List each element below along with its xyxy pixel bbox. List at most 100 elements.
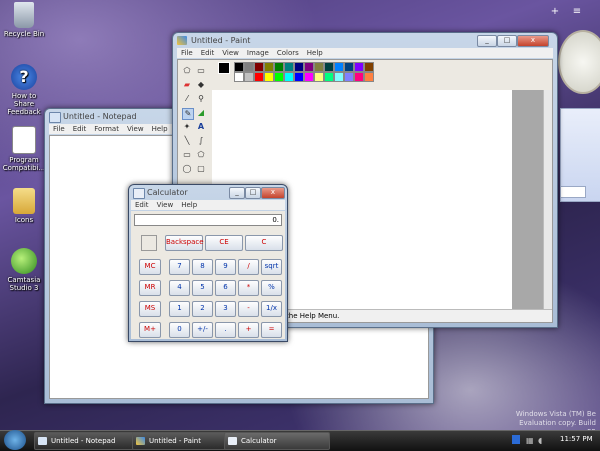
palette-swatch[interactable] xyxy=(274,72,284,82)
network-icon[interactable]: ▦ xyxy=(526,436,534,445)
desktop-icon-compatibility[interactable]: Program Compatibi... xyxy=(2,126,46,172)
rounded-rect-icon[interactable]: ▢ xyxy=(196,164,206,174)
close-button[interactable]: x xyxy=(517,35,549,47)
menu-edit[interactable]: Edit xyxy=(135,201,149,209)
palette-swatch[interactable] xyxy=(284,72,294,82)
menu-help[interactable]: Help xyxy=(307,49,323,57)
calc-key-button[interactable]: 0 xyxy=(169,322,190,338)
maximize-button[interactable]: □ xyxy=(245,187,261,199)
pencil-icon[interactable]: ✎ xyxy=(182,108,194,120)
taskbar-item-paint[interactable]: Untitled - Paint xyxy=(132,432,238,450)
calc-key-button[interactable]: / xyxy=(238,259,259,275)
calc-key-button[interactable]: 9 xyxy=(215,259,236,275)
calculator-window[interactable]: Calculator _ □ x Edit View Help 0. Backspa… xyxy=(128,184,288,342)
magnifier-icon[interactable]: ⚲ xyxy=(196,94,206,104)
taskbar-item-calculator[interactable]: Calculator xyxy=(224,432,330,450)
calc-key-button[interactable]: * xyxy=(238,280,259,296)
gadget-search-field[interactable] xyxy=(560,186,586,198)
palette-swatch[interactable] xyxy=(264,62,274,72)
calc-key-button[interactable]: % xyxy=(261,280,282,296)
desktop-icon-camtasia[interactable]: Camtasia Studio 3 xyxy=(2,248,46,292)
palette-swatch[interactable] xyxy=(244,62,254,72)
palette-swatch[interactable] xyxy=(294,62,304,72)
brush-icon[interactable]: ◢ xyxy=(196,108,206,118)
minimize-button[interactable]: _ xyxy=(477,35,497,47)
calc-key-button[interactable]: 8 xyxy=(192,259,213,275)
ellipse-icon[interactable]: ◯ xyxy=(182,164,192,174)
palette-swatch[interactable] xyxy=(344,72,354,82)
calc-key-button[interactable]: 4 xyxy=(169,280,190,296)
menu-view[interactable]: View xyxy=(157,201,174,209)
calc-key-button[interactable]: 2 xyxy=(192,301,213,317)
menu-file[interactable]: File xyxy=(53,125,65,133)
desktop-icon-recycle-bin[interactable]: Recycle Bin xyxy=(2,2,46,38)
calc-key-button[interactable]: 1 xyxy=(169,301,190,317)
memory-add-button[interactable]: M+ xyxy=(139,322,161,338)
palette-swatch[interactable] xyxy=(314,72,324,82)
airbrush-icon[interactable]: ✦ xyxy=(182,122,192,132)
line-icon[interactable]: ╲ xyxy=(182,136,192,146)
menu-edit[interactable]: Edit xyxy=(73,125,87,133)
palette-swatch[interactable] xyxy=(294,72,304,82)
calc-key-button[interactable]: 1/x xyxy=(261,301,282,317)
palette-swatch[interactable] xyxy=(234,72,244,82)
palette-swatch[interactable] xyxy=(304,62,314,72)
menu-file[interactable]: File xyxy=(181,49,193,57)
calc-key-button[interactable]: 3 xyxy=(215,301,236,317)
palette-swatch[interactable] xyxy=(274,62,284,72)
select-icon[interactable]: ▭ xyxy=(196,66,206,76)
palette-swatch[interactable] xyxy=(254,62,264,72)
eraser-icon[interactable]: ▰ xyxy=(182,80,192,90)
palette-swatch[interactable] xyxy=(284,62,294,72)
clock-text[interactable]: 11:57 PM xyxy=(560,435,593,443)
free-select-icon[interactable]: ⬠ xyxy=(182,66,192,76)
palette-swatch[interactable] xyxy=(254,72,264,82)
memory-store-button[interactable]: MS xyxy=(139,301,161,317)
palette-swatch[interactable] xyxy=(324,62,334,72)
desktop-icon-icons-folder[interactable]: Icons xyxy=(2,188,46,224)
calc-key-button[interactable]: 6 xyxy=(215,280,236,296)
palette-swatch[interactable] xyxy=(344,62,354,72)
palette-swatch[interactable] xyxy=(314,62,324,72)
calc-key-button[interactable]: sqrt xyxy=(261,259,282,275)
menu-help[interactable]: Help xyxy=(181,201,197,209)
primary-color[interactable] xyxy=(218,62,230,74)
vertical-scrollbar[interactable] xyxy=(543,90,552,310)
clock-gadget[interactable] xyxy=(558,30,600,94)
palette-swatch[interactable] xyxy=(354,72,364,82)
fill-icon[interactable]: ◆ xyxy=(196,80,206,90)
palette-swatch[interactable] xyxy=(264,72,274,82)
text-icon[interactable]: A xyxy=(196,122,206,132)
palette-swatch[interactable] xyxy=(364,62,374,72)
palette-swatch[interactable] xyxy=(234,62,244,72)
menu-colors[interactable]: Colors xyxy=(277,49,299,57)
rectangle-icon[interactable]: ▭ xyxy=(182,150,192,160)
palette-swatch[interactable] xyxy=(334,62,344,72)
sidebar-menu-button[interactable]: ≡ xyxy=(570,6,584,18)
calc-key-button[interactable]: - xyxy=(238,301,259,317)
palette-swatch[interactable] xyxy=(304,72,314,82)
clear-button[interactable]: C xyxy=(245,235,283,251)
polygon-icon[interactable]: ⬠ xyxy=(196,150,206,160)
maximize-button[interactable]: □ xyxy=(497,35,517,47)
palette-swatch[interactable] xyxy=(324,72,334,82)
calc-key-button[interactable]: 7 xyxy=(169,259,190,275)
calc-key-button[interactable]: . xyxy=(215,322,236,338)
backspace-button[interactable]: Backspace xyxy=(165,235,204,251)
calc-key-button[interactable]: 5 xyxy=(192,280,213,296)
memory-recall-button[interactable]: MR xyxy=(139,280,161,296)
palette-swatch[interactable] xyxy=(334,72,344,82)
calc-key-button[interactable]: + xyxy=(238,322,259,338)
taskbar-item-notepad[interactable]: Untitled - Notepad xyxy=(34,432,146,450)
calc-key-button[interactable]: = xyxy=(261,322,282,338)
palette-swatch[interactable] xyxy=(364,72,374,82)
language-icon[interactable] xyxy=(512,435,520,444)
volume-icon[interactable]: ◖ xyxy=(538,436,542,445)
memory-clear-button[interactable]: MC xyxy=(139,259,161,275)
palette-swatch[interactable] xyxy=(354,62,364,72)
desktop-icon-feedback[interactable]: ? How to Share Feedback xyxy=(2,64,46,116)
sidebar-add-gadget-button[interactable]: + xyxy=(548,6,562,18)
menu-view[interactable]: View xyxy=(222,49,239,57)
calc-key-button[interactable]: +/- xyxy=(192,322,213,338)
picker-icon[interactable]: ⁄ xyxy=(182,94,192,104)
